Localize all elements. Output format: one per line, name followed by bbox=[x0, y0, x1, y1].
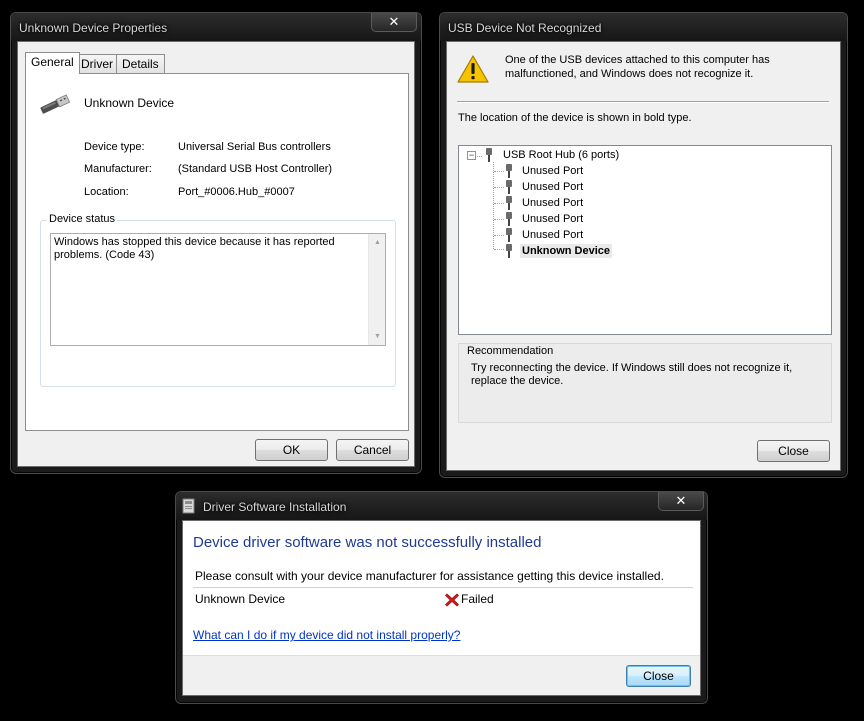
driver-heading: Device driver software was not successfu… bbox=[193, 534, 542, 551]
usb-device-icon bbox=[40, 94, 71, 114]
properties-window: Unknown Device Properties ✕ General Driv… bbox=[10, 12, 422, 474]
scroll-down-icon[interactable]: ▼ bbox=[369, 328, 386, 345]
status-scrollbar[interactable]: ▲ ▼ bbox=[368, 234, 385, 345]
failed-icon bbox=[444, 593, 460, 607]
usb-close-button[interactable]: Close bbox=[757, 440, 830, 462]
separator bbox=[457, 101, 829, 103]
usb-titlebar[interactable]: USB Device Not Recognized bbox=[440, 13, 847, 41]
device-type-label: Device type: bbox=[84, 141, 145, 153]
tree-item[interactable]: Unused Port bbox=[522, 180, 583, 194]
consult-text: Please consult with your device manufact… bbox=[195, 569, 664, 583]
driver-setup-icon bbox=[182, 498, 195, 514]
recommendation-caption: Recommendation bbox=[467, 345, 554, 357]
driver-client: Device driver software was not successfu… bbox=[182, 520, 701, 696]
root-hub-icon bbox=[485, 148, 493, 162]
usb-window: USB Device Not Recognized One of the USB… bbox=[439, 12, 848, 478]
driver-separator bbox=[193, 587, 693, 588]
driver-titlebar[interactable]: Driver Software Installation bbox=[176, 492, 707, 520]
recommendation-text: Try reconnecting the device. If Windows … bbox=[471, 362, 793, 387]
unknown-device-icon bbox=[505, 244, 513, 258]
properties-titlebar[interactable]: Unknown Device Properties bbox=[11, 13, 421, 41]
help-link[interactable]: What can I do if my device did not insta… bbox=[193, 628, 460, 642]
port-icon bbox=[505, 212, 513, 226]
driver-close-icon[interactable]: ✕ bbox=[658, 492, 704, 511]
tree-item-unknown-device[interactable]: Unknown Device bbox=[520, 244, 613, 258]
tree-item[interactable]: Unused Port bbox=[522, 164, 583, 178]
general-tab-page: Unknown Device Device type: Universal Se… bbox=[25, 73, 409, 431]
device-status-textbox[interactable]: Windows has stopped this device because … bbox=[50, 233, 386, 346]
usb-title: USB Device Not Recognized bbox=[448, 21, 602, 35]
usb-client: One of the USB devices attached to this … bbox=[446, 41, 841, 471]
driver-footer: Close bbox=[183, 655, 700, 695]
tab-general[interactable]: General bbox=[25, 52, 80, 74]
warning-icon bbox=[457, 55, 489, 83]
properties-title: Unknown Device Properties bbox=[19, 21, 168, 35]
port-icon bbox=[505, 164, 513, 178]
port-icon bbox=[505, 228, 513, 242]
collapse-icon[interactable]: − bbox=[467, 151, 476, 160]
driver-device-name: Unknown Device bbox=[195, 592, 286, 606]
device-status-caption: Device status bbox=[47, 213, 118, 225]
scroll-up-icon[interactable]: ▲ bbox=[369, 234, 386, 251]
properties-close-icon[interactable]: ✕ bbox=[371, 13, 417, 32]
properties-client: General Driver Details Unknown Device De… bbox=[17, 41, 415, 467]
usb-device-tree[interactable]: − USB Root Hub (6 ports) Unused Port Unu… bbox=[458, 145, 832, 335]
usb-message: One of the USB devices attached to this … bbox=[505, 54, 770, 80]
tab-driver[interactable]: Driver bbox=[75, 54, 119, 74]
location-hint: The location of the device is shown in b… bbox=[458, 112, 692, 124]
tree-root-hub[interactable]: USB Root Hub (6 ports) bbox=[503, 148, 619, 162]
device-status-group: Device status Windows has stopped this d… bbox=[40, 213, 396, 387]
recommendation-box: Recommendation Try reconnecting the devi… bbox=[458, 343, 832, 423]
ok-button[interactable]: OK bbox=[255, 439, 328, 461]
device-name: Unknown Device bbox=[84, 96, 175, 110]
driver-close-button[interactable]: Close bbox=[626, 665, 691, 687]
driver-window: Driver Software Installation ✕ Device dr… bbox=[175, 491, 708, 704]
port-icon bbox=[505, 196, 513, 210]
manufacturer-label: Manufacturer: bbox=[84, 163, 152, 175]
location-value: Port_#0006.Hub_#0007 bbox=[178, 186, 295, 198]
device-type-value: Universal Serial Bus controllers bbox=[178, 141, 331, 153]
cancel-button[interactable]: Cancel bbox=[336, 439, 409, 461]
driver-title: Driver Software Installation bbox=[203, 500, 347, 514]
tree-item[interactable]: Unused Port bbox=[522, 196, 583, 210]
driver-status: Failed bbox=[461, 592, 494, 606]
tree-item[interactable]: Unused Port bbox=[522, 228, 583, 242]
tree-item[interactable]: Unused Port bbox=[522, 212, 583, 226]
tab-details[interactable]: Details bbox=[116, 54, 165, 74]
manufacturer-value: (Standard USB Host Controller) bbox=[178, 163, 333, 175]
port-icon bbox=[505, 180, 513, 194]
location-label: Location: bbox=[84, 186, 129, 198]
device-status-text: Windows has stopped this device because … bbox=[54, 236, 335, 261]
